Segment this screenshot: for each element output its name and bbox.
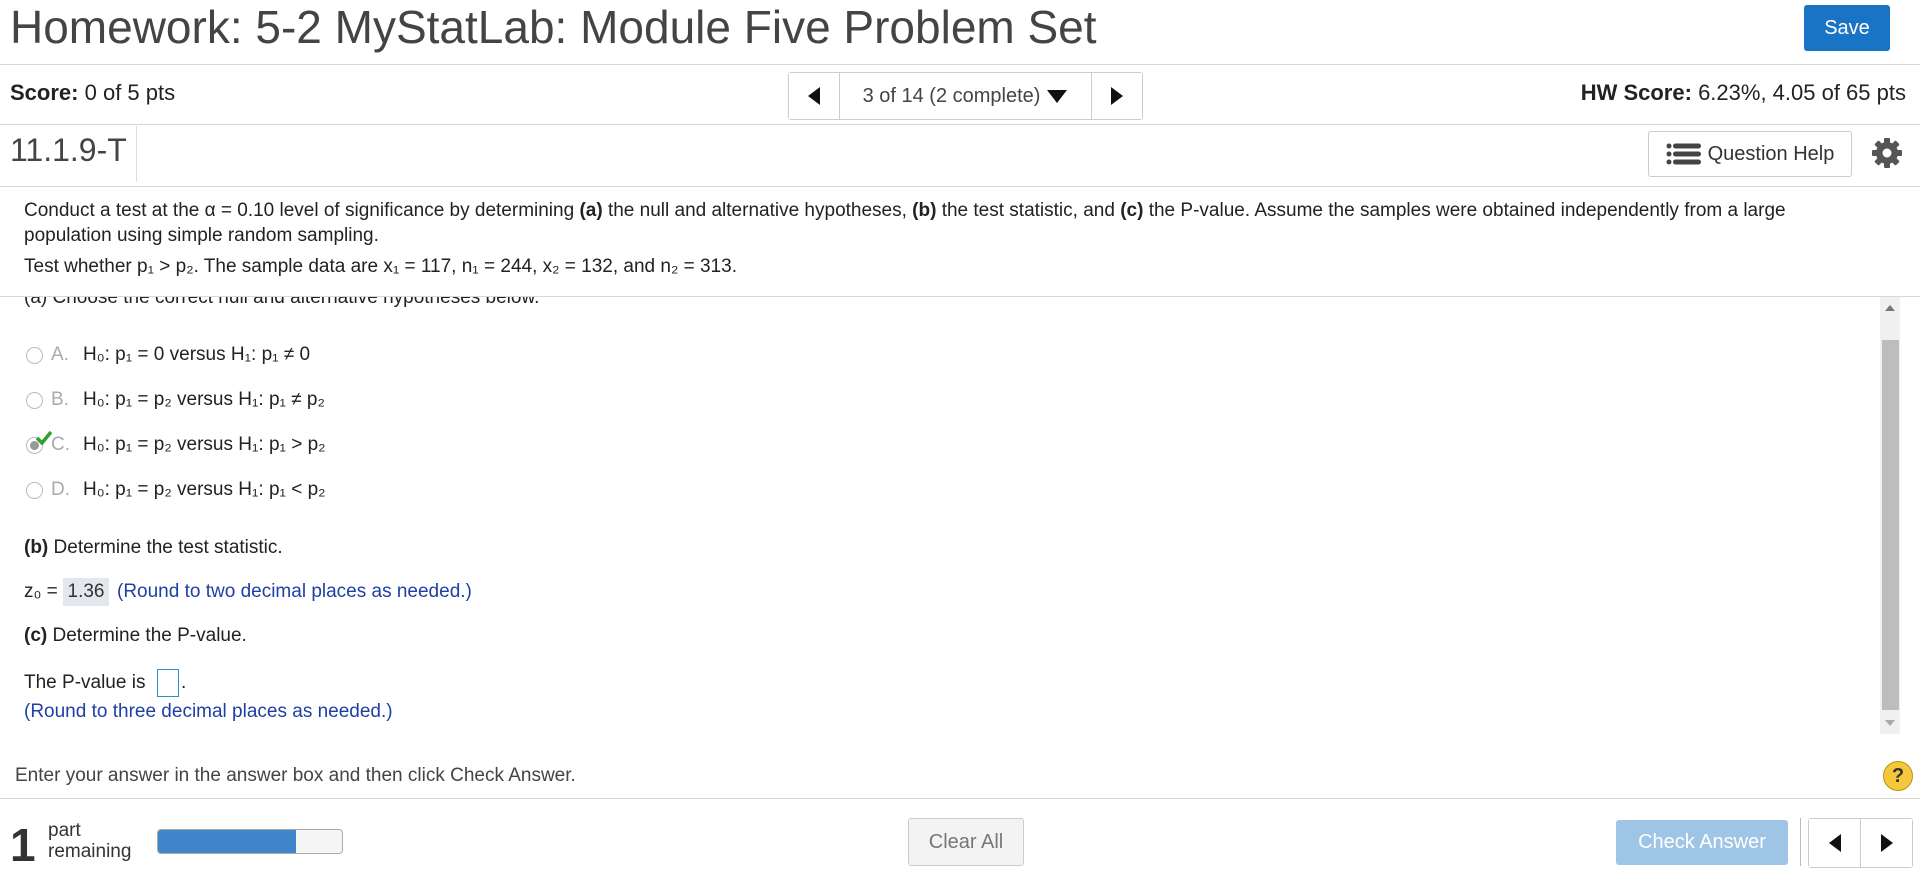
clear-all-button[interactable]: Clear All [908,818,1024,866]
z-statistic-answer[interactable]: 1.36 [63,578,109,606]
question-header-divider [0,186,1920,187]
option-d-radio[interactable] [26,481,43,499]
test-statement: Test whether p₁ > p₂. The sample data ar… [24,256,737,277]
part-c-text: Determine the P-value. [47,625,247,646]
p-value-label: The P-value is [24,672,146,693]
option-c-letter: C. [51,434,70,455]
option-a-letter: A. [51,344,69,365]
z-statistic-label: z₀ = [24,581,58,602]
option-b-letter: B. [51,389,69,410]
p-value-input[interactable] [157,669,179,697]
p-value-period: . [181,672,187,693]
checkmark-icon [36,431,52,445]
question-help-button[interactable]: Question Help [1648,131,1852,177]
option-b-radio[interactable] [26,391,43,409]
answer-scroll-area: (a) Choose the correct null and alternat… [0,297,1880,734]
hw-score-label: HW Score: [1580,80,1692,105]
hw-score: HW Score: 6.23%, 4.05 of 65 pts [1581,80,1906,106]
question-prompt: Conduct a test at the α = 0.10 level of … [24,198,1864,248]
option-d-text: H₀: p₁ = p₂ versus H₁: p₁ < p₂ [83,479,326,500]
part-b-prompt: (b) Determine the test statistic. [24,535,283,560]
parts-remaining-text: part remaining [48,820,131,862]
prompt-part-b: (b) [912,200,937,221]
progress-fill [158,830,296,853]
check-answer-button[interactable]: Check Answer [1616,820,1788,865]
parts-remaining-line1: part [48,820,81,841]
prompt-part-b-text: the test statistic, and [936,200,1121,221]
chevron-left-icon [808,87,820,105]
option-c-text: H₀: p₁ = p₂ versus H₁: p₁ > p₂ [83,434,326,455]
chevron-left-icon [1828,834,1841,852]
page-title: Homework: 5-2 MyStatLab: Module Five Pro… [10,1,1097,53]
part-b-label: (b) [24,537,49,558]
option-a-text: H₀: p₁ = 0 versus H₁: p₁ ≠ 0 [83,344,311,365]
hw-score-value: 6.23%, 4.05 of 65 pts [1698,80,1906,105]
prompt-part-a-text: the null and alternative hypotheses, [602,200,913,221]
next-question-button[interactable] [1092,73,1142,119]
instruction-text: Enter your answer in the answer box and … [15,765,576,786]
question-id: 11.1.9-T [10,132,127,168]
score: Score: 0 of 5 pts [10,80,175,106]
question-navigator: 3 of 14 (2 complete) [788,72,1143,120]
part-c-label: (c) [24,625,48,646]
scorebar-divider [0,124,1920,125]
scroll-up-icon[interactable] [1884,304,1896,312]
option-c[interactable]: C. H₀: p₁ = p₂ versus H₁: p₁ > p₂ [26,430,326,460]
question-id-separator [136,126,137,182]
option-d[interactable]: D. H₀: p₁ = p₂ versus H₁: p₁ < p₂ [26,475,326,505]
part-b-text: Determine the test statistic. [48,537,283,558]
previous-question-button[interactable] [789,73,839,119]
option-b[interactable]: B. H₀: p₁ = p₂ versus H₁: p₁ ≠ p₂ [26,385,325,415]
score-label: Score: [10,80,79,105]
chevron-right-icon [1880,834,1893,852]
part-c-hint: (Round to three decimal places as needed… [24,701,393,722]
question-selector[interactable]: 3 of 14 (2 complete) [839,73,1092,119]
progress-bar [157,829,343,854]
footer-divider [0,798,1920,799]
parts-remaining-count: 1 [10,819,36,871]
footer-separator [1800,818,1801,866]
gear-icon[interactable] [1871,137,1903,169]
footer-navigator [1808,818,1913,868]
caret-down-icon [1047,90,1068,103]
option-d-letter: D. [51,479,70,500]
prompt-intro: Conduct a test at the α = 0.10 level of … [24,200,580,221]
footer-next-button[interactable] [1860,819,1912,867]
header-divider [0,64,1920,65]
score-value: 0 of 5 pts [84,80,176,105]
prompt-part-a: (a) [579,200,603,221]
scrollbar-thumb[interactable] [1882,340,1899,710]
list-icon [1666,143,1701,165]
part-b-hint: (Round to two decimal places as needed.) [117,581,472,602]
prompt-part-c: (c) [1120,200,1144,221]
part-a-label: (a) Choose the correct null and alternat… [24,297,540,308]
option-a[interactable]: A. H₀: p₁ = 0 versus H₁: p₁ ≠ 0 [26,340,310,370]
question-help-label: Question Help [1707,142,1835,165]
parts-remaining-line2: remaining [48,841,132,862]
question-position: 3 of 14 (2 complete) [862,84,1041,107]
option-b-text: H₀: p₁ = p₂ versus H₁: p₁ ≠ p₂ [83,389,325,410]
help-icon[interactable]: ? [1883,761,1913,791]
option-a-radio[interactable] [26,346,43,364]
chevron-right-icon [1111,87,1123,105]
footer-previous-button[interactable] [1809,819,1860,867]
save-button[interactable]: Save [1804,5,1890,51]
scroll-down-icon[interactable] [1884,719,1896,727]
part-c-prompt: (c) Determine the P-value. [24,623,247,648]
